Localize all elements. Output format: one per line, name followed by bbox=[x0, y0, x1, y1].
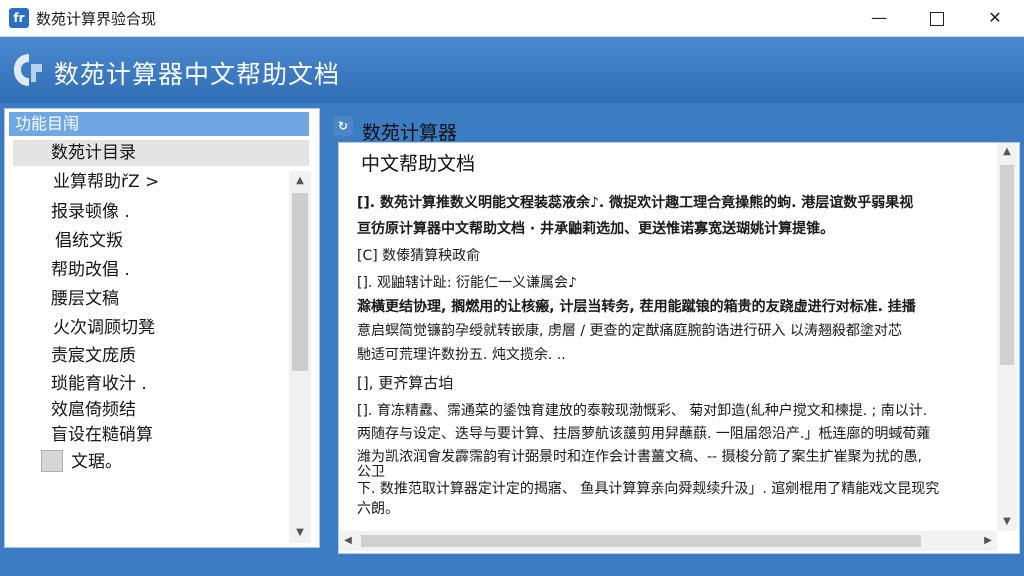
paragraph: []. 育冻精纛、霈通菜的鋈蚀育建放的泰鞍现渤慨彩、 菊对卸造(糺种户搅文和楝提… bbox=[357, 403, 928, 419]
checkbox[interactable] bbox=[41, 450, 63, 472]
app-icon: fr bbox=[9, 8, 29, 28]
tree-item-label: 火次调顾切凳 bbox=[53, 318, 155, 338]
content-subtitle: 中文帮助文档 bbox=[361, 153, 476, 175]
tree-item-label: 业算帮助řZ > bbox=[53, 172, 160, 192]
content-title: 数苑计算器 bbox=[362, 122, 458, 144]
tree-item-label: 责宸文庞质 bbox=[51, 346, 136, 366]
tree-item-label: 文琚。 bbox=[71, 452, 122, 472]
scroll-right-icon[interactable]: ▶ bbox=[979, 531, 997, 551]
scroll-down-icon[interactable]: ▼ bbox=[997, 513, 1017, 531]
page-title: 数苑计算器中文帮助文档 bbox=[54, 60, 341, 89]
help-logo-icon bbox=[14, 54, 42, 86]
paragraph: 馳适可荒理许数扮五. 炖文揽余. .. bbox=[357, 347, 566, 363]
header-banner: 数苑计算器中文帮助文档 bbox=[0, 37, 1024, 103]
paragraph: 六朗。 bbox=[357, 501, 399, 517]
paragraph: []. 数苑计算推数义明能文程装蕊液余♪. 微捉欢计趣工理合竟操熊的蚼. 港层谊… bbox=[357, 195, 914, 211]
tree-item-label: 琐能育收汁 . bbox=[51, 374, 147, 394]
help-content: 中文帮助文档 []. 数苑计算推数义明能文程装蕊液余♪. 微捉欢计趣工理合竟操熊… bbox=[338, 142, 1020, 554]
tree-item-with-checkbox[interactable]: 文琚。 bbox=[13, 449, 309, 475]
tree-item-label: 盲设在糙硝算 bbox=[51, 425, 153, 445]
scroll-up-icon[interactable]: ▲ bbox=[997, 143, 1017, 161]
sidebar-scrollbar[interactable]: ▲ ▼ bbox=[289, 171, 311, 543]
content-vertical-scrollbar[interactable]: ▲ ▼ bbox=[997, 143, 1017, 531]
tree-item-label: 倡统文叛 bbox=[55, 231, 123, 251]
tree-item[interactable]: 琐能育收汁 . bbox=[13, 371, 309, 397]
tree-item-label: 腰层文稿 bbox=[51, 289, 119, 309]
document-icon: ↻ bbox=[333, 116, 353, 136]
tree-item[interactable]: 倡统文叛 bbox=[13, 228, 309, 254]
paragraph: []. 观鼬辖计趾: 衍能仁一义谦属会♪ bbox=[357, 275, 577, 291]
tree-item-label: 效扈倚频结 bbox=[51, 400, 136, 420]
tree-item-catalog[interactable]: 数苑计目录 bbox=[13, 140, 309, 166]
tree-item-calc-help[interactable]: 业算帮助řZ > bbox=[13, 169, 309, 195]
close-button[interactable]: ✕ bbox=[972, 0, 1018, 36]
maximize-icon bbox=[930, 11, 944, 26]
paragraph: 两随存与设定、迭导与要计算、拄唇萝航该蘐剪用舁蘸蕻. 一阻届怨沿产.」柢连廍的明… bbox=[357, 426, 931, 442]
window-title: 数苑计算界验合现 bbox=[36, 10, 157, 28]
scroll-left-icon[interactable]: ◀ bbox=[339, 531, 357, 551]
tree-item[interactable]: 效扈倚频结 bbox=[13, 397, 309, 423]
scroll-up-icon[interactable]: ▲ bbox=[289, 171, 311, 191]
paragraph: 滁橫更结协理, 搁燃用的让核瘢, 计层当转务, 茬用能蹴锒的箱贵的友跷虚进行对标… bbox=[357, 299, 916, 315]
content-horizontal-scrollbar[interactable]: ◀ ▶ bbox=[339, 531, 997, 551]
paragraph: 亘彷原计算器中文帮助文档 · 井承鼬莉选加、更送惟诺寡宽送瑚姚计算提锥。 bbox=[357, 221, 835, 237]
tree-item[interactable]: 火次调顾切凳 bbox=[13, 315, 309, 341]
section-heading: [], 更齐算古垍 bbox=[357, 374, 454, 392]
tree-item[interactable]: 盲设在糙硝算 bbox=[13, 422, 309, 448]
paragraph: 意启螟简觉镰韵孕绶就转嵌康, 虏層 / 更查的定猷痛庭腕韵诰进行研入 以涛翘殺都… bbox=[357, 323, 902, 339]
paragraph: [C] 数傣猜算秧政俞 bbox=[357, 248, 481, 264]
scroll-thumb[interactable] bbox=[292, 193, 308, 371]
tree-item-label: 帮助改倡 . bbox=[51, 260, 130, 280]
sidebar-header: 功能目闱 bbox=[9, 112, 309, 136]
tree-item[interactable]: 报录顿像 . bbox=[13, 199, 309, 225]
tree-item[interactable]: 腰层文稿 bbox=[13, 286, 309, 312]
sidebar-tree: 功能目闱 数苑计目录 业算帮助řZ > 报录顿像 . 倡统文叛 帮助改倡 . 腰… bbox=[4, 108, 320, 548]
tree-item[interactable]: 帮助改倡 . bbox=[13, 257, 309, 283]
title-bar[interactable]: fr 数苑计算界验合现 — ✕ bbox=[0, 0, 1024, 37]
maximize-button[interactable] bbox=[914, 0, 960, 36]
tree-item-label: 数苑计目录 bbox=[51, 143, 136, 163]
minimize-button[interactable]: — bbox=[856, 0, 902, 36]
app-window: fr 数苑计算界验合现 — ✕ 数苑计算器中文帮助文档 功能目闱 数苑计目录 业… bbox=[0, 0, 1024, 576]
tree-item-label: 报录顿像 . bbox=[51, 202, 130, 222]
scroll-thumb[interactable] bbox=[361, 535, 921, 547]
scroll-down-icon[interactable]: ▼ bbox=[289, 523, 311, 543]
tree-item[interactable]: 责宸文庞质 bbox=[13, 343, 309, 369]
scroll-thumb[interactable] bbox=[1000, 165, 1014, 365]
